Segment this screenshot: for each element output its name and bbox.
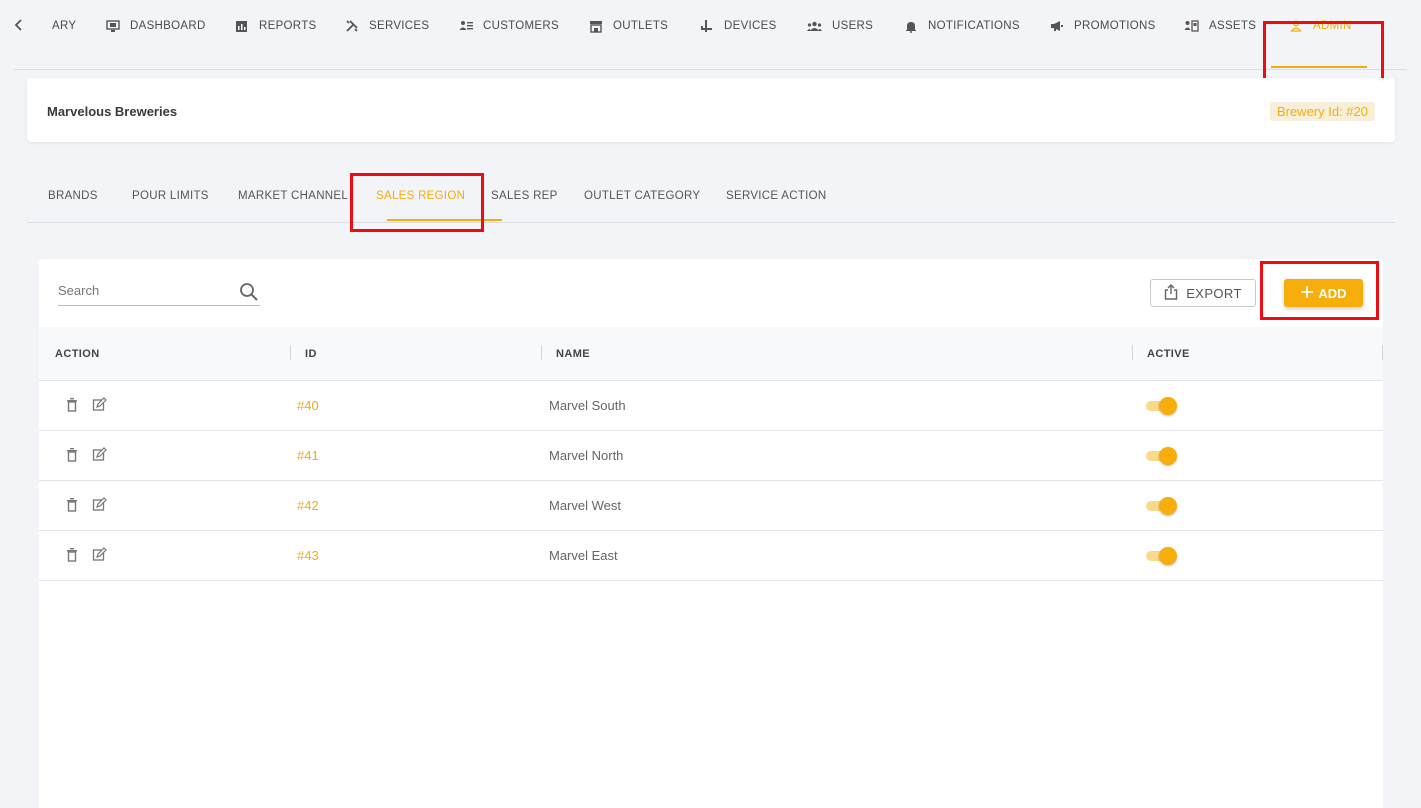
row-name: Marvel South bbox=[549, 398, 626, 413]
nav-item-outlets[interactable]: OUTLETS bbox=[588, 18, 668, 34]
megaphone-icon bbox=[1049, 19, 1064, 33]
delete-icon[interactable] bbox=[65, 447, 79, 463]
tab-pour-limits[interactable]: POUR LIMITS bbox=[132, 190, 209, 202]
nav-item-label: PROMOTIONS bbox=[1074, 20, 1156, 32]
column-header-name[interactable]: NAME bbox=[556, 348, 590, 360]
nav-item-notifications[interactable]: NOTIFICATIONS bbox=[903, 18, 1020, 34]
users-icon bbox=[807, 19, 822, 33]
tab-sales-rep[interactable]: SALES REP bbox=[491, 190, 558, 202]
export-label: EXPORT bbox=[1186, 285, 1242, 301]
column-header-active[interactable]: ACTIVE bbox=[1147, 348, 1190, 360]
table-row: #40 Marvel South bbox=[39, 381, 1383, 431]
share-icon bbox=[1164, 283, 1178, 303]
table-header: ACTION ID NAME ACTIVE bbox=[39, 327, 1383, 381]
admin-subtabs: BRANDS POUR LIMITS MARKET CHANNEL SALES … bbox=[27, 172, 1395, 223]
nav-item-users[interactable]: USERS bbox=[807, 18, 873, 34]
active-toggle[interactable] bbox=[1146, 447, 1177, 465]
search-box bbox=[58, 279, 260, 306]
nav-item-promotions[interactable]: PROMOTIONS bbox=[1049, 18, 1156, 34]
column-header-action: ACTION bbox=[55, 348, 100, 360]
tools-icon bbox=[344, 19, 359, 33]
highlight-admin-tab bbox=[1263, 21, 1384, 84]
nav-item-label: REPORTS bbox=[259, 20, 317, 32]
bell-icon bbox=[903, 19, 918, 33]
active-toggle[interactable] bbox=[1146, 497, 1177, 515]
column-header-id[interactable]: ID bbox=[305, 348, 317, 360]
table-row: #43 Marvel East bbox=[39, 531, 1383, 581]
nav-item-devices[interactable]: DEVICES bbox=[699, 18, 777, 34]
nav-item-label: DEVICES bbox=[724, 20, 777, 32]
row-id[interactable]: #43 bbox=[297, 548, 319, 563]
nav-item-dashboard[interactable]: DASHBOARD bbox=[105, 18, 206, 34]
monitor-icon bbox=[105, 19, 120, 33]
brewery-name: Marvelous Breweries bbox=[47, 104, 178, 119]
nav-item-customers[interactable]: CUSTOMERS bbox=[458, 18, 559, 34]
nav-item-label: NOTIFICATIONS bbox=[928, 20, 1020, 32]
edit-icon[interactable] bbox=[92, 497, 107, 513]
customer-icon bbox=[458, 19, 473, 33]
nav-item-label: OUTLETS bbox=[613, 20, 669, 32]
row-name: Marvel East bbox=[549, 548, 618, 563]
tab-outlet-category[interactable]: OUTLET CATEGORY bbox=[584, 190, 700, 202]
brewery-id-badge: Brewery Id: #20 bbox=[1269, 102, 1375, 121]
highlight-add-button bbox=[1260, 261, 1379, 320]
nav-item-library[interactable]: ARY bbox=[52, 18, 76, 34]
tab-market-channel[interactable]: MARKET CHANNEL bbox=[238, 190, 348, 202]
active-toggle[interactable] bbox=[1146, 397, 1177, 415]
highlight-sales-region-tab bbox=[350, 173, 484, 232]
active-toggle[interactable] bbox=[1146, 547, 1177, 565]
nav-item-assets[interactable]: ASSETS bbox=[1184, 18, 1256, 34]
nav-item-label: USERS bbox=[832, 20, 874, 32]
edit-icon[interactable] bbox=[92, 547, 107, 563]
sales-region-table-card: EXPORT ADD ACTION ID NAME ACTIVE #40 Mar… bbox=[39, 259, 1383, 808]
delete-icon[interactable] bbox=[65, 497, 79, 513]
row-id[interactable]: #40 bbox=[297, 398, 319, 413]
nav-item-reports[interactable]: REPORTS bbox=[234, 18, 316, 34]
report-icon bbox=[234, 19, 249, 33]
assets-icon bbox=[1184, 19, 1199, 33]
delete-icon[interactable] bbox=[65, 547, 79, 563]
nav-item-label: SERVICES bbox=[369, 20, 430, 32]
nav-item-label: DASHBOARD bbox=[130, 20, 206, 32]
row-id[interactable]: #42 bbox=[297, 498, 319, 513]
nav-item-services[interactable]: SERVICES bbox=[344, 18, 429, 34]
edit-icon[interactable] bbox=[92, 397, 107, 413]
tab-brands[interactable]: BRANDS bbox=[48, 190, 98, 202]
search-icon[interactable] bbox=[238, 281, 260, 303]
column-divider bbox=[541, 345, 542, 360]
column-divider bbox=[1132, 345, 1133, 360]
table-row: #41 Marvel North bbox=[39, 431, 1383, 481]
row-name: Marvel West bbox=[549, 498, 621, 513]
edit-icon[interactable] bbox=[92, 447, 107, 463]
table-row: #42 Marvel West bbox=[39, 481, 1383, 531]
tab-service-action[interactable]: SERVICE ACTION bbox=[726, 190, 826, 202]
store-icon bbox=[588, 19, 603, 33]
nav-item-label: ASSETS bbox=[1209, 20, 1257, 32]
row-name: Marvel North bbox=[549, 448, 624, 463]
search-input[interactable] bbox=[58, 283, 228, 298]
tap-icon bbox=[699, 19, 714, 33]
delete-icon[interactable] bbox=[65, 397, 79, 413]
export-button[interactable]: EXPORT bbox=[1150, 279, 1256, 307]
column-divider bbox=[1382, 345, 1383, 360]
column-divider bbox=[290, 345, 291, 360]
brewery-header-card: Marvelous Breweries Brewery Id: #20 bbox=[27, 78, 1395, 142]
chevron-left-icon[interactable] bbox=[14, 18, 28, 34]
nav-item-label: ARY bbox=[52, 20, 77, 32]
nav-item-label: CUSTOMERS bbox=[483, 20, 559, 32]
row-id[interactable]: #41 bbox=[297, 448, 319, 463]
